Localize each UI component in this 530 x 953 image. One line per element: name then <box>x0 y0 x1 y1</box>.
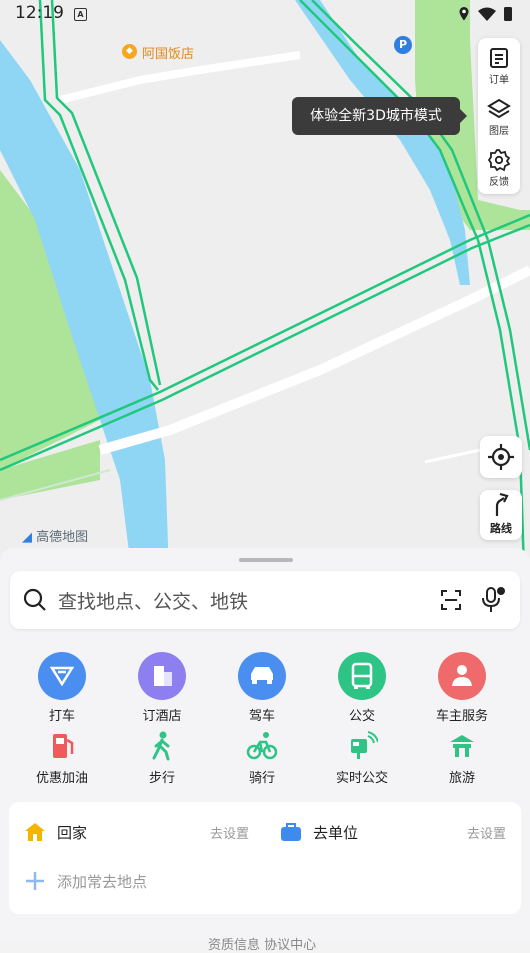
travel-icon <box>446 730 478 762</box>
location-icon <box>459 7 469 21</box>
bus-icon <box>338 652 386 700</box>
route-button[interactable]: 路线 <box>480 490 522 540</box>
wifi-icon <box>478 7 496 21</box>
order-button[interactable]: 订单 <box>478 40 520 90</box>
feedback-label: 反馈 <box>489 177 509 188</box>
home-icon <box>25 823 45 841</box>
service-car-owner[interactable]: 车主服务 <box>412 652 512 724</box>
search-input[interactable]: 查找地点、公交、地铁 <box>58 587 248 614</box>
feedback-gear-icon <box>487 149 511 172</box>
route-label: 路线 <box>490 522 512 535</box>
layers-button[interactable]: 图层 <box>478 91 520 141</box>
fuel-icon <box>46 730 78 762</box>
car-icon <box>238 652 286 700</box>
sheet-drag-handle[interactable] <box>239 558 293 562</box>
poi-label[interactable]: 阿国饭店 <box>142 43 194 62</box>
order-icon <box>490 48 508 68</box>
plus-icon <box>26 872 44 890</box>
locate-button[interactable] <box>480 436 522 478</box>
logo-text: 高德地图 <box>36 530 89 545</box>
walk-icon <box>146 730 178 762</box>
service-label: 步行 <box>148 771 175 786</box>
parking-icon[interactable]: P <box>394 36 412 54</box>
service-label: 实时公交 <box>335 771 388 786</box>
service-label: 骑行 <box>248 771 275 786</box>
order-label: 订单 <box>489 75 509 86</box>
service-drive[interactable]: 驾车 <box>212 652 312 724</box>
service-realtime-bus[interactable]: 实时公交 <box>312 730 412 786</box>
work-set-link[interactable]: 去设置 <box>467 823 506 842</box>
logo-arrow-icon: ◢ <box>22 530 32 545</box>
car-owner-icon <box>438 652 486 700</box>
service-bus[interactable]: 公交 <box>312 652 412 724</box>
battery-icon <box>504 7 512 21</box>
map-canvas[interactable] <box>0 0 530 600</box>
frequent-places-card: 回家 去设置 去单位 去设置 添加常去地点 <box>9 802 521 914</box>
status-time: 12:19 <box>15 3 64 23</box>
3d-mode-tooltip[interactable]: 体验全新3D城市模式 <box>292 97 467 135</box>
bike-icon <box>246 730 278 762</box>
scan-icon[interactable] <box>439 588 463 612</box>
notification-badge: A <box>74 8 87 21</box>
service-hotel[interactable]: 订酒店 <box>112 652 212 724</box>
briefcase-icon <box>281 823 301 841</box>
feedback-button[interactable]: 反馈 <box>478 142 520 192</box>
home-label[interactable]: 回家 <box>57 822 87 843</box>
footer-links[interactable]: 资质信息 协议中心 <box>208 934 316 953</box>
search-icon <box>23 588 46 611</box>
status-bar: 12:19 A <box>0 0 530 28</box>
service-label: 车主服务 <box>435 709 488 724</box>
service-taxi[interactable]: 打车 <box>12 652 112 724</box>
home-set-link[interactable]: 去设置 <box>210 823 249 842</box>
taxi-icon <box>38 652 86 700</box>
bottom-sheet: 查找地点、公交、地铁 打车 订酒店 驾车 公交 车主服务 优惠加油 步行 骑行 … <box>0 548 530 953</box>
service-label: 驾车 <box>248 709 275 724</box>
search-bar[interactable]: 查找地点、公交、地铁 <box>10 571 520 629</box>
map-tool-panel: 订单 图层 反馈 <box>478 38 520 194</box>
work-label[interactable]: 去单位 <box>313 822 358 843</box>
service-fuel[interactable]: 优惠加油 <box>12 730 112 786</box>
service-travel[interactable]: 旅游 <box>412 730 512 786</box>
layers-label: 图层 <box>489 126 509 137</box>
service-walk[interactable]: 步行 <box>112 730 212 786</box>
service-label: 公交 <box>348 709 375 724</box>
layers-icon <box>487 98 511 119</box>
service-label: 旅游 <box>448 771 475 786</box>
service-bike[interactable]: 骑行 <box>212 730 312 786</box>
status-icons <box>458 6 518 26</box>
crosshair-icon <box>488 444 514 470</box>
hotel-icon <box>138 652 186 700</box>
service-label: 优惠加油 <box>35 771 88 786</box>
add-place-button[interactable]: 添加常去地点 <box>57 871 147 892</box>
restaurant-icon[interactable]: ◆ <box>122 44 137 59</box>
mic-icon[interactable] <box>480 586 506 614</box>
map-logo: ◢ 高德地图 <box>22 526 88 545</box>
service-label: 打车 <box>48 709 75 724</box>
realtime-bus-icon <box>346 730 379 762</box>
route-arrow-icon <box>495 492 509 516</box>
service-label: 订酒店 <box>142 709 182 724</box>
